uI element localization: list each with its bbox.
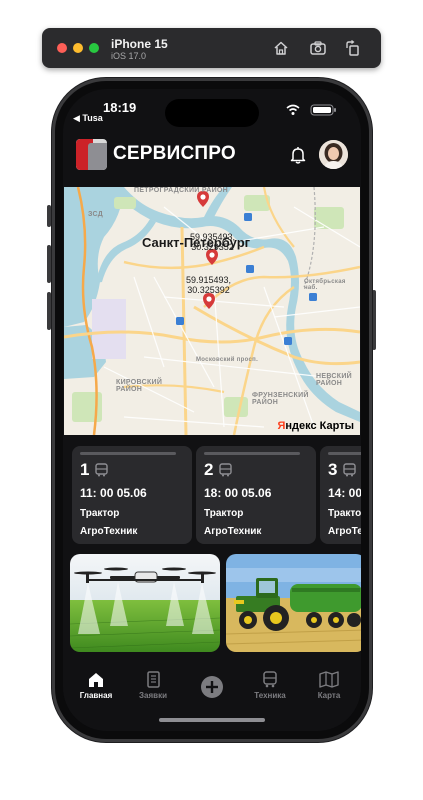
map-provider-logo[interactable]: Яндекс Карты bbox=[277, 420, 354, 432]
bell-icon[interactable] bbox=[289, 145, 307, 165]
tab-label: Техника bbox=[254, 691, 286, 700]
tab-requests[interactable]: Заявки bbox=[123, 671, 183, 707]
volume-up-button bbox=[47, 245, 51, 283]
bus-icon bbox=[343, 463, 356, 477]
app-title: СЕРВИСПРО bbox=[113, 143, 236, 164]
drone-photo[interactable] bbox=[70, 554, 220, 652]
order-number: 1 bbox=[80, 460, 90, 479]
simulator-toolbar: iPhone 15 iOS 17.0 bbox=[42, 28, 381, 68]
tab-label: Заявки bbox=[139, 691, 167, 700]
tab-equipment[interactable]: Техника bbox=[240, 671, 300, 707]
marker-coordinates: 59.915493, 30.325392 bbox=[186, 275, 232, 295]
tab-map[interactable]: Карта bbox=[299, 671, 359, 707]
tab-label: Главная bbox=[79, 691, 113, 700]
home-icon[interactable] bbox=[272, 39, 290, 57]
order-type: Трактор bbox=[80, 508, 120, 519]
order-time: 14: 00 05.06 bbox=[328, 486, 361, 500]
card-progress-bar bbox=[328, 452, 361, 455]
card-progress-bar bbox=[80, 452, 176, 455]
map-district-label: НЕВСКИЙ РАЙОН bbox=[316, 373, 353, 387]
map-road-label: Московский просп. bbox=[196, 357, 259, 363]
power-button bbox=[372, 290, 376, 350]
map-district-label: ПЕТРОГРАДСКИЙ РАЙОН bbox=[134, 187, 228, 194]
os-version: iOS 17.0 bbox=[111, 51, 147, 61]
tab-label: Карта bbox=[317, 691, 341, 700]
card-progress-bar bbox=[204, 452, 300, 455]
back-to-app-link[interactable]: ◀ Tusa bbox=[73, 113, 103, 124]
status-time: 18:19 bbox=[103, 100, 137, 115]
order-time: 11: 00 05.06 bbox=[80, 486, 147, 500]
bus-icon bbox=[263, 671, 277, 688]
order-company: АгроТехник bbox=[80, 526, 138, 537]
map-icon bbox=[319, 671, 339, 688]
order-time: 18: 00 05.06 bbox=[204, 486, 272, 500]
plus-circle-icon bbox=[201, 676, 223, 698]
battery-icon bbox=[310, 104, 336, 116]
orders-carousel[interactable]: 1 11: 00 05.06 Трактор АгроТехник 2 18: … bbox=[63, 446, 361, 544]
home-icon bbox=[89, 673, 103, 687]
rotate-icon[interactable] bbox=[344, 39, 362, 57]
map-road-label: ЗСД bbox=[88, 211, 104, 218]
order-card[interactable]: 1 11: 00 05.06 Трактор АгроТехник bbox=[72, 446, 192, 544]
tab-add[interactable] bbox=[182, 671, 242, 707]
tractor-photo[interactable] bbox=[226, 554, 361, 652]
order-card[interactable]: 2 18: 00 05.06 Трактор АгроТехник bbox=[196, 446, 316, 544]
status-icons bbox=[286, 104, 336, 116]
screenshot-icon[interactable] bbox=[309, 39, 327, 57]
order-company: АгроТехник bbox=[204, 526, 262, 537]
home-indicator[interactable] bbox=[159, 718, 265, 722]
bus-icon bbox=[219, 463, 232, 477]
logo-icon bbox=[76, 139, 107, 170]
phone-screen: 18:19 ◀ Tusa СЕРВИСПРО ПЕТРОГРАДСКИЙ РАЙ… bbox=[63, 89, 361, 731]
order-type: Трактор bbox=[328, 508, 361, 519]
marker-coordinates: 59.935493, 30.329352 bbox=[190, 232, 236, 252]
map-road-label: Октябрьская наб. bbox=[304, 279, 346, 291]
action-button bbox=[47, 205, 51, 227]
map-district-label: ФРУНЗЕНСКИЙ РАЙОН bbox=[252, 392, 309, 406]
volume-down-button bbox=[47, 292, 51, 330]
close-window-button[interactable] bbox=[57, 43, 67, 53]
minimize-window-button[interactable] bbox=[73, 43, 83, 53]
order-card[interactable]: 3 14: 00 05.06 Трактор АгроТехник bbox=[320, 446, 361, 544]
order-company: АгроТехник bbox=[328, 526, 361, 537]
map-view[interactable]: ПЕТРОГРАДСКИЙ РАЙОН КИРОВСКИЙ РАЙОН НЕВС… bbox=[64, 187, 360, 435]
bus-icon bbox=[95, 463, 108, 477]
wifi-icon bbox=[286, 104, 300, 115]
zoom-window-button[interactable] bbox=[89, 43, 99, 53]
map-district-label: КИРОВСКИЙ РАЙОН bbox=[116, 379, 163, 393]
tab-home[interactable]: Главная bbox=[66, 671, 126, 707]
avatar[interactable] bbox=[319, 140, 348, 169]
order-type: Трактор bbox=[204, 508, 244, 519]
order-number: 3 bbox=[328, 460, 338, 479]
dynamic-island bbox=[165, 99, 259, 127]
document-icon bbox=[147, 671, 160, 688]
device-name: iPhone 15 bbox=[111, 37, 168, 51]
order-number: 2 bbox=[204, 460, 214, 479]
